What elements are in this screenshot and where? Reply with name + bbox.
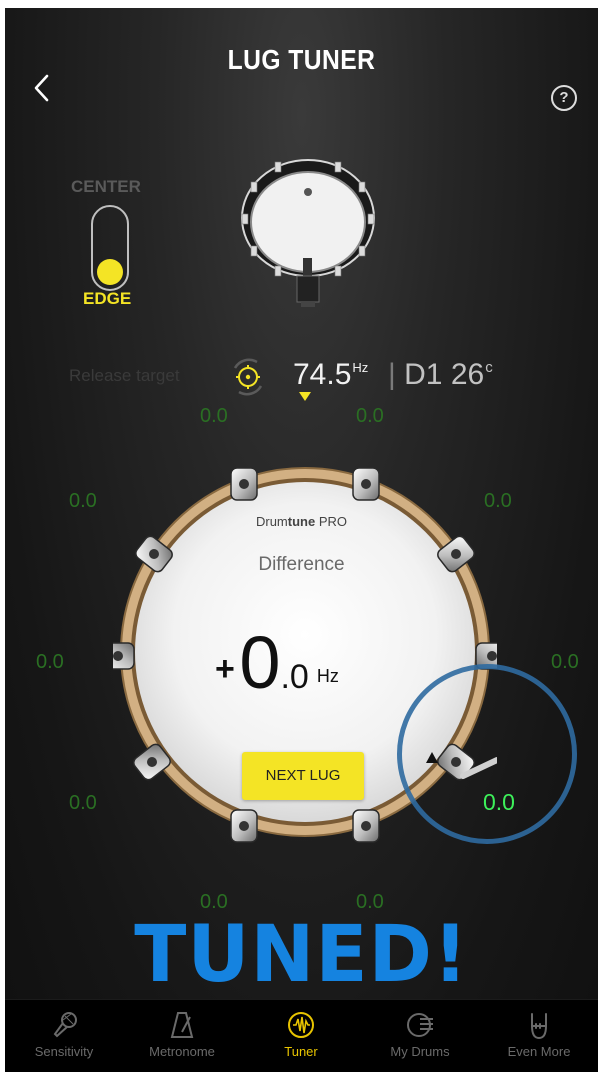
lug-value-upper-left: 0.0 [69, 490, 97, 512]
bass-drum-icon [241, 159, 375, 307]
page-title: LUG TUNER [227, 44, 376, 75]
difference-label: Difference [258, 554, 345, 575]
frequency-readout: 74.5Hz [293, 358, 368, 392]
frequency-unit: Hz [352, 360, 369, 375]
active-lug-highlight [397, 664, 577, 844]
release-target-label: Release target [69, 366, 180, 385]
back-chevron-icon[interactable] [31, 72, 53, 104]
frequency-value: 74.5 [293, 358, 352, 391]
toggle-knob [97, 259, 123, 285]
drum-brand-logo: Drumtune PRO [255, 514, 348, 529]
lug-value-top-right: 0.0 [356, 405, 384, 427]
difference-unit: Hz [316, 666, 339, 686]
lug-value-middle-left: 0.0 [36, 651, 64, 673]
difference-value: + 0.0 Hz [215, 620, 339, 705]
difference-decimal: .0 [280, 658, 309, 696]
frequency-marker-icon [299, 392, 311, 401]
tab-even-more[interactable]: Even More [480, 1000, 598, 1072]
tab-my-drums[interactable]: My Drums [361, 1000, 479, 1072]
difference-sign: + [215, 650, 235, 688]
lug-value-lower-left: 0.0 [69, 792, 97, 814]
rock-hand-icon [531, 1013, 547, 1040]
note-readout: | D1 26c [388, 358, 493, 392]
active-lug-pointer-icon [426, 752, 438, 763]
lug-value-top-left: 0.0 [200, 405, 228, 427]
help-icon[interactable]: ? [551, 85, 577, 111]
target-icon[interactable] [227, 356, 269, 398]
tab-sensitivity[interactable]: Sensitivity [5, 1000, 123, 1072]
microphone-icon [53, 1012, 77, 1038]
my-drums-icon [407, 1013, 433, 1037]
center-label: CENTER [71, 177, 141, 196]
difference-integer: 0 [239, 621, 281, 704]
center-edge-toggle[interactable] [91, 205, 129, 291]
tab-tuner[interactable]: Tuner [242, 1000, 360, 1072]
cent-unit: c [485, 359, 493, 376]
next-lug-button[interactable]: NEXT LUG [242, 752, 364, 800]
lug-value-middle-right: 0.0 [551, 651, 579, 673]
readout-separator: | [388, 358, 396, 391]
tuned-status: TUNED! [134, 910, 469, 1000]
edge-label: EDGE [83, 289, 132, 308]
bottom-tab-bar: Sensitivity Metronome Tuner My Drums Eve… [5, 999, 598, 1072]
tuner-icon [288, 1012, 314, 1038]
metronome-icon [170, 1012, 194, 1038]
app-screen: LUG TUNER ? CENTER EDGE Release target 7… [5, 8, 598, 1072]
tab-metronome[interactable]: Metronome [123, 1000, 241, 1072]
note-value: D1 26 [404, 358, 485, 391]
